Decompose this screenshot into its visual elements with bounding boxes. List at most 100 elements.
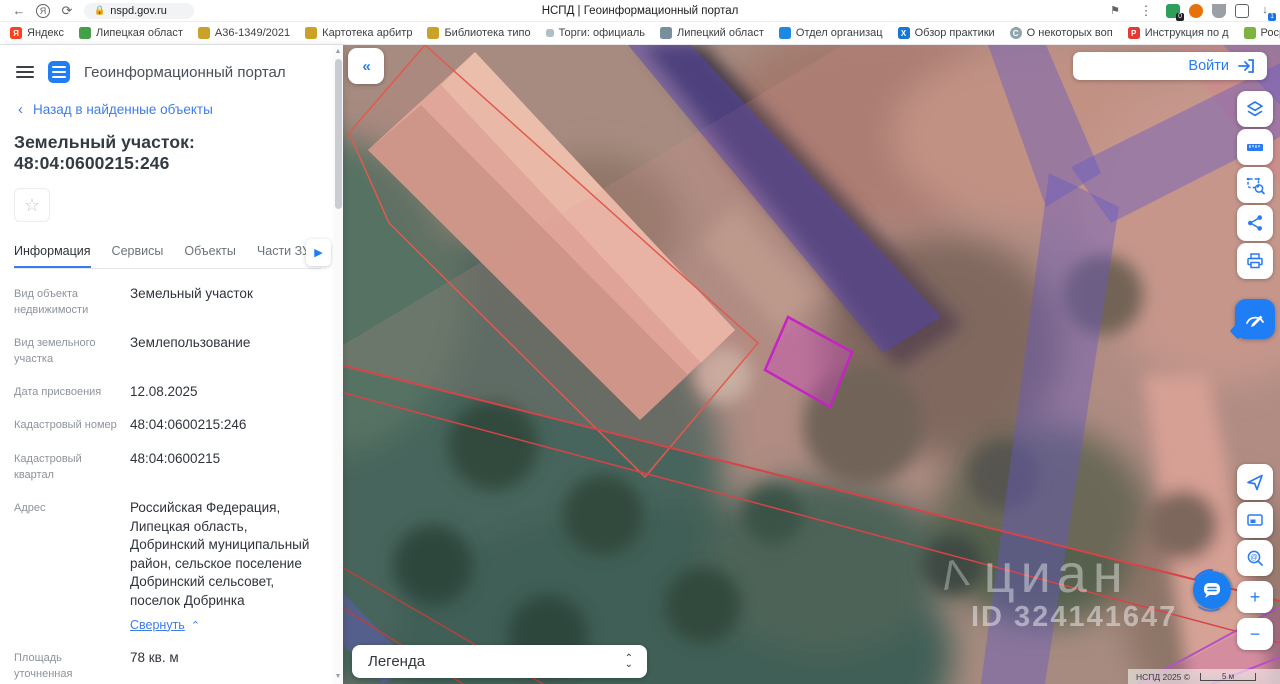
- locate-button[interactable]: [1237, 464, 1273, 500]
- extension-globe-icon[interactable]: [1189, 3, 1203, 18]
- measure-button[interactable]: [1237, 129, 1273, 165]
- scale-bar: 5 м: [1200, 672, 1257, 681]
- back-icon[interactable]: ←: [8, 3, 30, 18]
- print-icon: [1247, 253, 1263, 269]
- bookmark-item[interactable]: Картотека арбитр: [305, 27, 412, 39]
- bookmark-item[interactable]: А36-1349/2021: [197, 27, 290, 39]
- download-badge: 1: [1268, 12, 1276, 21]
- double-chevron-left-icon: «: [362, 57, 370, 75]
- favicon: Я: [10, 27, 22, 39]
- field-row: Вид объекта недвижимости Земельный участо…: [14, 286, 253, 316]
- chevron-left-icon: ‹: [18, 101, 23, 118]
- tab-information[interactable]: Информация: [14, 238, 91, 268]
- collapse-sidebar-button[interactable]: «: [348, 48, 384, 84]
- draw-tool-button-active[interactable]: [1235, 299, 1275, 339]
- minimap-icon: [1247, 514, 1263, 526]
- favicon: [659, 27, 672, 39]
- nspd-logo[interactable]: [48, 61, 70, 83]
- select-area-button[interactable]: [1237, 167, 1273, 203]
- legend-dropdown[interactable]: Легенда ⌃ ⌄: [352, 645, 647, 678]
- field-row: Площадь уточненная 78 кв. м: [14, 650, 179, 681]
- triangle-right-icon: ▶: [314, 247, 323, 259]
- bookmark-item[interactable]: Торги: официаль: [545, 27, 645, 39]
- share-button[interactable]: [1237, 205, 1273, 241]
- favicon: [1243, 27, 1256, 39]
- favicon: [545, 29, 554, 37]
- field-row: Кадастровый номер 48:04:0600215:246: [14, 417, 247, 433]
- search-coordinates-button[interactable]: @: [1237, 540, 1273, 576]
- url-text: nspd.gov.ru: [110, 4, 167, 17]
- chat-widget-button[interactable]: [1189, 567, 1235, 613]
- scrollbar-thumb[interactable]: [334, 59, 342, 209]
- bookmark-item[interactable]: CО некоторых воп: [1009, 27, 1113, 39]
- page-title: Земельный участок: 48:04:0600215:246: [14, 132, 195, 173]
- favicon: [79, 27, 91, 39]
- back-to-results-link[interactable]: ‹ Назад в найденные объекты: [14, 91, 321, 120]
- favicon: C: [1009, 27, 1022, 39]
- bookmark-item[interactable]: Росреестр: [1243, 27, 1280, 39]
- clipboard-icon[interactable]: [1235, 3, 1249, 18]
- login-icon: [1238, 59, 1254, 73]
- tab-objects[interactable]: Объекты: [184, 238, 236, 268]
- favicon: [778, 27, 791, 39]
- tab-parcel-parts[interactable]: Части ЗУ: [257, 238, 310, 268]
- bookmark-item[interactable]: Я Яндекс: [10, 27, 64, 39]
- extension-badge: 0: [1176, 12, 1184, 21]
- minus-icon: −: [1249, 623, 1261, 644]
- bookmark-flag-icon[interactable]: ⚑: [1104, 4, 1126, 17]
- svg-text:@: @: [1250, 553, 1258, 562]
- extension-adblock-icon[interactable]: 0: [1166, 3, 1184, 21]
- tab-services[interactable]: Сервисы: [112, 238, 164, 268]
- bookmarks-bar: Я Яндекс Липецкая област А36-1349/2021 Ка…: [0, 22, 1280, 45]
- locate-icon: [1247, 474, 1263, 491]
- favicon: P: [1127, 27, 1140, 39]
- select-area-icon: [1246, 177, 1265, 195]
- bookmark-item[interactable]: Библиотека типо: [427, 27, 531, 39]
- chevron-up-icon[interactable]: ⌃: [191, 619, 200, 634]
- satellite-map[interactable]: [343, 45, 1280, 684]
- zoom-in-button[interactable]: +: [1237, 581, 1273, 613]
- bookmark-item[interactable]: Липецкий област: [659, 27, 764, 39]
- bookmark-item[interactable]: Липецкая област: [79, 27, 183, 39]
- field-row: Вид земельного участка Землепользование: [14, 334, 251, 365]
- favicon: [305, 27, 318, 39]
- download-icon[interactable]: ↓ 1: [1258, 3, 1276, 21]
- field-row: Дата присвоения 12.08.2025: [14, 383, 198, 399]
- ruler-icon: [1247, 144, 1263, 151]
- tab-bar: Информация Сервисы Объекты Части ЗУ Сост…: [14, 238, 331, 269]
- reload-icon[interactable]: ⟳: [56, 3, 78, 19]
- chat-bubble-icon: [1204, 583, 1220, 598]
- favicon: [427, 27, 440, 39]
- scroll-up-icon[interactable]: ▲: [333, 46, 343, 58]
- minimap-button[interactable]: [1237, 502, 1273, 538]
- bookmark-item[interactable]: P Инструкция по д: [1127, 27, 1229, 39]
- star-icon: ☆: [23, 194, 41, 215]
- attributes-list: Вид объекта недвижимости Земельный участо…: [14, 285, 321, 684]
- layers-button[interactable]: [1237, 91, 1273, 127]
- zoom-out-button[interactable]: −: [1237, 618, 1273, 650]
- menu-dots-icon[interactable]: ⋮: [1135, 3, 1157, 19]
- lock-icon: 🔒: [94, 5, 106, 15]
- yandex-browser-icon[interactable]: Я: [36, 3, 50, 18]
- hamburger-menu-icon[interactable]: [16, 63, 34, 81]
- plus-icon: +: [1249, 586, 1261, 607]
- favorite-star-button[interactable]: ☆: [14, 188, 50, 222]
- scroll-down-icon[interactable]: ▼: [333, 671, 343, 683]
- print-button[interactable]: [1237, 243, 1273, 279]
- sidebar-scrollbar[interactable]: ▲ ▼: [333, 45, 343, 684]
- tab-scroll-right-button[interactable]: ▶: [306, 239, 331, 266]
- extension-shield-icon[interactable]: [1212, 3, 1226, 18]
- login-button[interactable]: Войти: [1073, 52, 1267, 80]
- search-coordinates-icon: @: [1247, 550, 1263, 566]
- map-viewport[interactable]: Λ циан ID 324141647 « Войти @ + − Легенд…: [343, 45, 1280, 684]
- browser-titlebar: ← Я ⟳ 🔒 nspd.gov.ru НСПД | Геоинформацио…: [0, 0, 1280, 22]
- collapse-address-link[interactable]: Свернуть: [130, 617, 185, 634]
- address-bar[interactable]: 🔒 nspd.gov.ru: [84, 2, 194, 19]
- bookmark-item[interactable]: X Обзор практики: [897, 27, 995, 39]
- draw-tool-icon: [1246, 315, 1264, 327]
- bookmark-item[interactable]: Отдел организац: [778, 27, 883, 39]
- field-row: Кадастровый квартал 48:04:0600215: [14, 451, 221, 481]
- layers-icon: [1247, 101, 1263, 117]
- field-row-address: Адрес Российская Федерация, Липецкая обл…: [14, 499, 321, 634]
- favicon: X: [897, 27, 910, 39]
